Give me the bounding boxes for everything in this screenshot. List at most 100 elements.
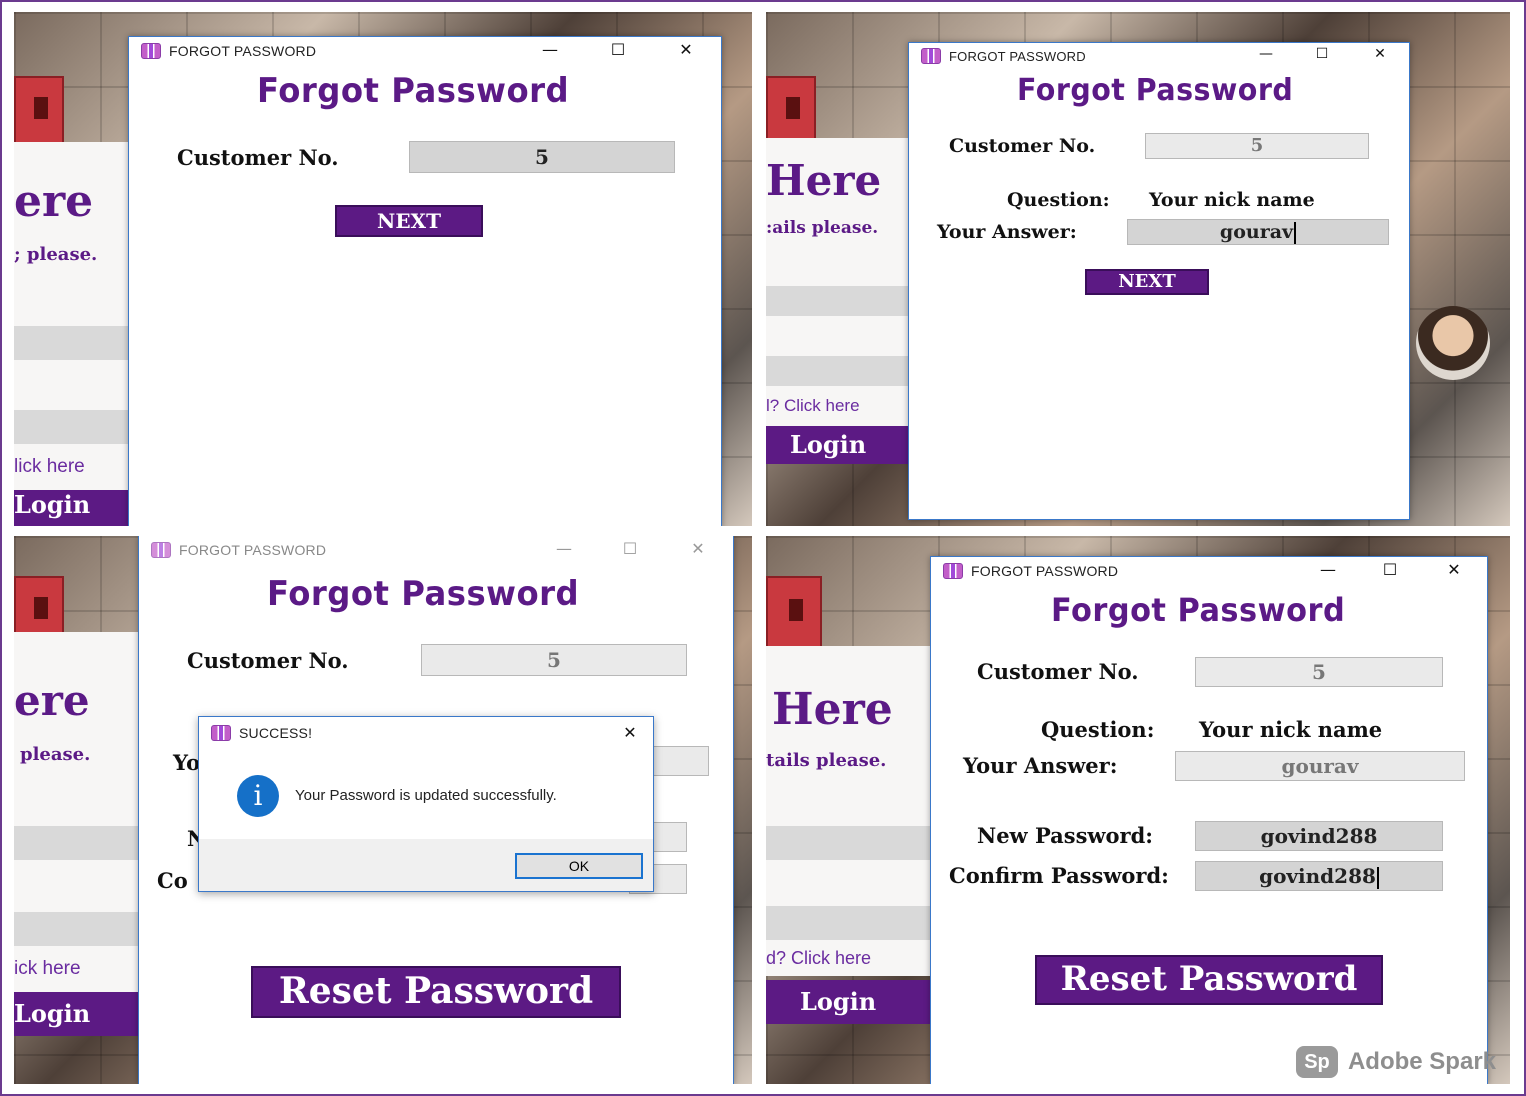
page-title: Forgot Password — [267, 574, 580, 614]
confirm-password-value: govind288 — [1259, 864, 1376, 888]
window-title: FORGOT PASSWORD — [949, 48, 1086, 64]
confirm-password-label: Confirm Password: — [949, 863, 1169, 888]
text-caret — [1294, 222, 1297, 244]
panel-step-3: ere please. ick here Login FORGOT PASSWO… — [14, 536, 752, 1084]
window-titlebar: FORGOT PASSWORD — [139, 536, 733, 564]
partial-answer-label: Yo — [173, 750, 201, 775]
customer-no-input[interactable]: 5 — [1195, 657, 1443, 687]
app-icon — [141, 43, 161, 59]
forgot-password-window: FORGOT PASSWORD — ☐ ✕ Forgot Password Cu… — [128, 36, 722, 526]
maximize-icon[interactable]: ☐ — [605, 40, 631, 59]
background-login-button: Login — [766, 426, 908, 464]
page-title: Forgot Password — [1051, 591, 1346, 629]
background-forgot-link: lick here — [14, 456, 85, 477]
close-icon[interactable]: ✕ — [1441, 560, 1467, 579]
next-button[interactable]: NEXT — [1085, 269, 1209, 295]
page-title: Forgot Password — [1017, 73, 1294, 108]
answer-label: Your Answer: — [963, 753, 1118, 778]
background-login-field — [14, 912, 138, 946]
background-book-image — [766, 76, 816, 144]
info-icon: i — [237, 775, 279, 817]
success-dialog: SUCCESS! ✕ i Your Password is updated su… — [198, 716, 654, 892]
panel-step-1: ere ; please. lick here Login FORGOT PAS… — [14, 12, 752, 526]
window-title: FORGOT PASSWORD — [971, 563, 1119, 579]
background-login-subtitle: tails please. — [766, 750, 887, 771]
adobe-spark-watermark: Sp Adobe Spark — [1295, 1046, 1496, 1078]
forgot-password-window: FORGOT PASSWORD — ☐ ✕ Forgot Password Cu… — [908, 42, 1410, 520]
background-login-field — [14, 410, 128, 444]
forgot-password-window: FORGOT PASSWORD — ☐ ✕ Forgot Password Cu… — [930, 556, 1488, 1084]
customer-no-label: Customer No. — [977, 659, 1139, 684]
maximize-icon[interactable]: ☐ — [1309, 46, 1335, 62]
background-login-field — [14, 326, 128, 360]
reset-password-button[interactable]: Reset Password — [1035, 955, 1383, 1005]
customer-no-input[interactable]: 5 — [409, 141, 675, 173]
ok-button[interactable]: OK — [515, 853, 643, 879]
background-login-subtitle: ; please. — [14, 244, 98, 265]
minimize-icon[interactable]: — — [551, 539, 577, 558]
background-login-button: Login — [766, 980, 930, 1024]
background-login-heading: ere — [14, 676, 90, 725]
background-login-heading: ere — [14, 176, 94, 227]
background-login-field — [14, 826, 138, 860]
background-forgot-link: l? Click here — [766, 396, 860, 415]
maximize-icon[interactable]: ☐ — [617, 539, 643, 558]
background-book-image — [14, 76, 64, 144]
partial-confirm-password-label: Co — [157, 868, 188, 893]
question-text: Your nick name — [1199, 717, 1383, 742]
dialog-title: SUCCESS! — [239, 725, 313, 741]
new-password-label: New Password: — [977, 823, 1154, 848]
background-login-field — [766, 356, 908, 386]
background-forgot-link: ick here — [14, 958, 81, 979]
close-icon[interactable]: ✕ — [1367, 46, 1393, 62]
close-icon[interactable]: ✕ — [673, 40, 699, 59]
customer-no-label: Customer No. — [949, 135, 1096, 157]
background-login-field — [766, 286, 908, 316]
background-login-field — [766, 906, 930, 940]
minimize-icon[interactable]: — — [1253, 46, 1279, 62]
background-login-field — [766, 826, 930, 860]
panel-step-2: Here :ails please. l? Click here Login F… — [766, 12, 1510, 526]
customer-no-input[interactable]: 5 — [421, 644, 687, 676]
minimize-icon[interactable]: — — [1315, 560, 1341, 579]
text-caret — [1376, 866, 1379, 889]
question-label: Question: — [1041, 717, 1155, 742]
app-icon — [943, 563, 963, 579]
answer-input[interactable]: gourav — [1175, 751, 1465, 781]
window-title: FORGOT PASSWORD — [179, 542, 327, 558]
answer-label: Your Answer: — [937, 221, 1077, 243]
app-icon — [151, 542, 171, 558]
background-login-subtitle: :ails please. — [766, 218, 879, 238]
watermark-text: Adobe Spark — [1347, 1048, 1496, 1075]
background-portrait-image — [1416, 306, 1490, 380]
panel-step-4: Here tails please. d? Click here Login F… — [766, 536, 1510, 1084]
background-book-image — [766, 576, 822, 650]
reset-password-button[interactable]: Reset Password — [251, 966, 621, 1018]
background-login-heading: Here — [766, 156, 882, 205]
background-login-subtitle: please. — [20, 744, 91, 765]
maximize-icon[interactable]: ☐ — [1377, 560, 1403, 579]
minimize-icon[interactable]: — — [537, 40, 563, 59]
close-icon[interactable]: ✕ — [617, 723, 643, 742]
answer-value: gourav — [1219, 221, 1294, 243]
page-title: Forgot Password — [257, 71, 570, 111]
question-label: Question: — [1007, 189, 1110, 211]
window-title: FORGOT PASSWORD — [169, 43, 317, 59]
answer-input[interactable]: gourav — [1127, 219, 1389, 245]
customer-no-label: Customer No. — [187, 648, 349, 673]
adobe-spark-logo-icon: Sp — [1295, 1046, 1338, 1078]
background-forgot-link: d? Click here — [766, 948, 872, 968]
app-icon — [211, 725, 231, 741]
customer-no-input[interactable]: 5 — [1145, 133, 1369, 159]
confirm-password-input[interactable]: govind288 — [1195, 861, 1443, 891]
app-icon — [921, 48, 941, 64]
window-titlebar: FORGOT PASSWORD — [129, 37, 721, 65]
background-login-button: Login — [14, 992, 138, 1036]
question-text: Your nick name — [1149, 189, 1315, 211]
new-password-input[interactable]: govind288 — [1195, 821, 1443, 851]
success-message: Your Password is updated successfully. — [295, 787, 557, 804]
next-button[interactable]: NEXT — [335, 205, 483, 237]
close-icon[interactable]: ✕ — [685, 539, 711, 558]
window-titlebar: FORGOT PASSWORD — [931, 557, 1487, 585]
customer-no-label: Customer No. — [177, 145, 339, 170]
